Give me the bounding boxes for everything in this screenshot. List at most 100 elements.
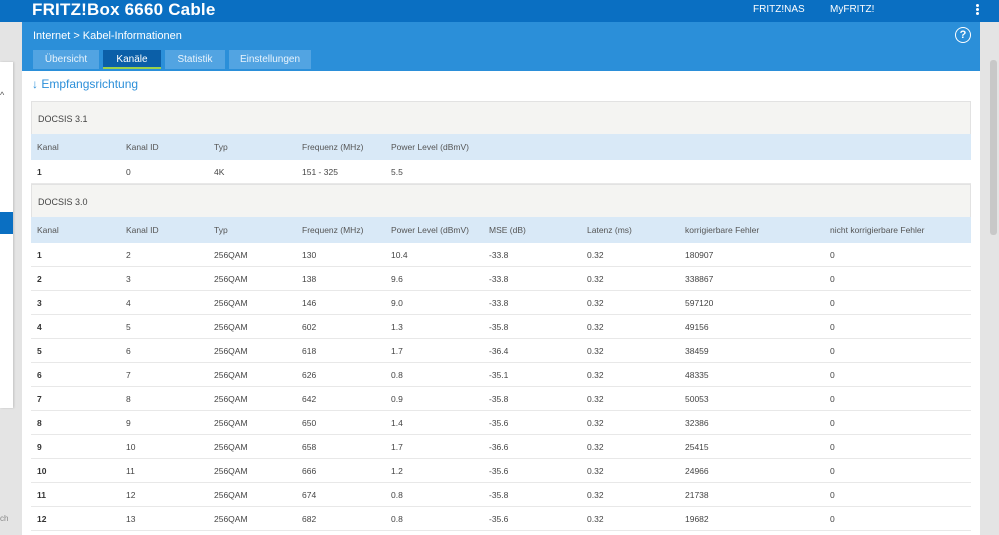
table-cell: 1 [37, 167, 42, 177]
table-cell: 0 [830, 394, 835, 404]
table-cell: -35.8 [489, 490, 509, 500]
help-icon[interactable]: ? [955, 27, 971, 43]
table-cell: 21738 [685, 490, 709, 500]
table-cell: 0.32 [587, 370, 604, 380]
sidebar-active-item[interactable] [0, 212, 13, 234]
table-cell: 50053 [685, 394, 709, 404]
table-cell: 0 [830, 514, 835, 524]
brand-title: FRITZ!Box 6660 Cable [32, 0, 216, 19]
table-cell: 256QAM [214, 274, 248, 284]
table-cell: 9.0 [391, 298, 403, 308]
table-row: 8 9 256QAM 650 1.4 -35.6 0.32 32386 0 [31, 411, 971, 435]
table-cell: 1.4 [391, 418, 403, 428]
table-cell: 256QAM [214, 490, 248, 500]
docsis31-table: DOCSIS 3.1 Kanal Kanal ID Typ Frequenz (MHz… [31, 101, 971, 184]
table-cell: 10.4 [391, 250, 408, 260]
myfritz-link[interactable]: MyFRITZ! [830, 0, 874, 20]
table-cell: 0 [830, 466, 835, 476]
breadcrumb-separator: > [73, 30, 80, 42]
table-cell: 11 [37, 490, 46, 500]
table-cell: 1.7 [391, 346, 403, 356]
table-cell: 602 [302, 322, 317, 332]
table-cell: 24966 [685, 466, 709, 476]
table-cell: 1.3 [391, 322, 403, 332]
table-cell: 256QAM [214, 322, 248, 332]
table-cell: 256QAM [214, 370, 248, 380]
docsis30-col-header: MSE (dB) [489, 225, 526, 235]
docsis30-header-row: Kanal Kanal ID Typ Frequenz (MHz) Power Leve… [31, 217, 971, 243]
chevron-up-icon[interactable]: ^ [0, 90, 4, 100]
table-cell: 0.8 [391, 514, 403, 524]
table-cell: 5 [126, 322, 131, 332]
table-cell: 19682 [685, 514, 709, 524]
table-cell: 0.32 [587, 274, 604, 284]
docsis30-title: DOCSIS 3.0 [31, 184, 971, 217]
tab-statistik[interactable]: Statistik [165, 50, 225, 69]
table-cell: 10 [126, 442, 136, 452]
table-cell: 682 [302, 514, 317, 524]
table-cell: -35.8 [489, 322, 509, 332]
docsis30-table: DOCSIS 3.0 Kanal Kanal ID Typ Frequenz (MHz… [31, 184, 971, 531]
docsis31-col-header: Kanal [37, 142, 59, 152]
table-cell: -33.8 [489, 298, 509, 308]
docsis30-col-header: Typ [214, 225, 228, 235]
docsis30-col-header: Kanal ID [126, 225, 159, 235]
table-cell: 256QAM [214, 298, 248, 308]
table-cell: 0.32 [587, 418, 604, 428]
table-cell: -35.8 [489, 394, 509, 404]
table-row: 2 3 256QAM 138 9.6 -33.8 0.32 338867 0 [31, 267, 971, 291]
kebab-menu-icon[interactable] [972, 4, 982, 18]
table-cell: 0 [830, 490, 835, 500]
table-cell: 0 [830, 298, 835, 308]
table-cell: -35.1 [489, 370, 509, 380]
table-cell: -35.6 [489, 514, 509, 524]
table-cell: 0 [830, 418, 835, 428]
docsis30-col-header: Kanal [37, 225, 59, 235]
table-cell: 0.32 [587, 298, 604, 308]
table-cell: 0 [830, 442, 835, 452]
table-cell: 0.32 [587, 346, 604, 356]
top-bar: FRITZ!Box 6660 Cable FRITZ!NAS MyFRITZ! [0, 0, 999, 22]
table-row: 5 6 256QAM 618 1.7 -36.4 0.32 38459 0 [31, 339, 971, 363]
table-cell: 11 [126, 466, 135, 476]
table-cell: 1.2 [391, 466, 403, 476]
table-cell: 3 [126, 274, 131, 284]
section-title-empfangsrichtung: ↓ Empfangsrichtung [32, 77, 139, 91]
table-cell: 6 [37, 370, 42, 380]
table-row: 1 2 256QAM 130 10.4 -33.8 0.32 180907 0 [31, 243, 971, 267]
table-cell: 0.8 [391, 490, 403, 500]
table-row: 12 13 256QAM 682 0.8 -35.6 0.32 19682 0 [31, 507, 971, 531]
table-cell: 4 [126, 298, 131, 308]
table-cell: 0.8 [391, 370, 403, 380]
tab-kanaele[interactable]: Kanäle [103, 50, 161, 69]
table-cell: 0.32 [587, 514, 604, 524]
table-cell: 0.32 [587, 322, 604, 332]
table-cell: 0.32 [587, 250, 604, 260]
table-cell: 0 [126, 167, 131, 177]
breadcrumb-internet[interactable]: Internet [33, 30, 70, 42]
scrollbar[interactable] [990, 60, 997, 235]
fritz-nas-link[interactable]: FRITZ!NAS [753, 0, 805, 20]
table-cell: 180907 [685, 250, 714, 260]
table-cell: 48335 [685, 370, 709, 380]
table-cell: 0 [830, 250, 835, 260]
table-row: 10 11 256QAM 666 1.2 -35.6 0.32 24966 0 [31, 459, 971, 483]
table-cell: 5.5 [391, 167, 403, 177]
sidebar-partial-text: ch [0, 514, 9, 523]
table-cell: 13 [126, 514, 136, 524]
table-cell: 151 - 325 [302, 167, 338, 177]
docsis30-col-header: Frequenz (MHz) [302, 225, 364, 235]
table-cell: 9.6 [391, 274, 403, 284]
table-cell: 0.32 [587, 394, 604, 404]
table-cell: 6 [126, 346, 131, 356]
tab-uebersicht[interactable]: Übersicht [33, 50, 99, 69]
table-cell: 12 [126, 490, 136, 500]
table-cell: 658 [302, 442, 317, 452]
table-cell: 3 [37, 298, 42, 308]
sidebar: ^ [0, 62, 13, 408]
table-cell: 146 [302, 298, 317, 308]
table-cell: 10 [37, 466, 47, 476]
table-cell: 8 [37, 418, 42, 428]
docsis30-col-header: Power Level (dBmV) [391, 225, 469, 235]
tab-einstellungen[interactable]: Einstellungen [229, 50, 311, 69]
